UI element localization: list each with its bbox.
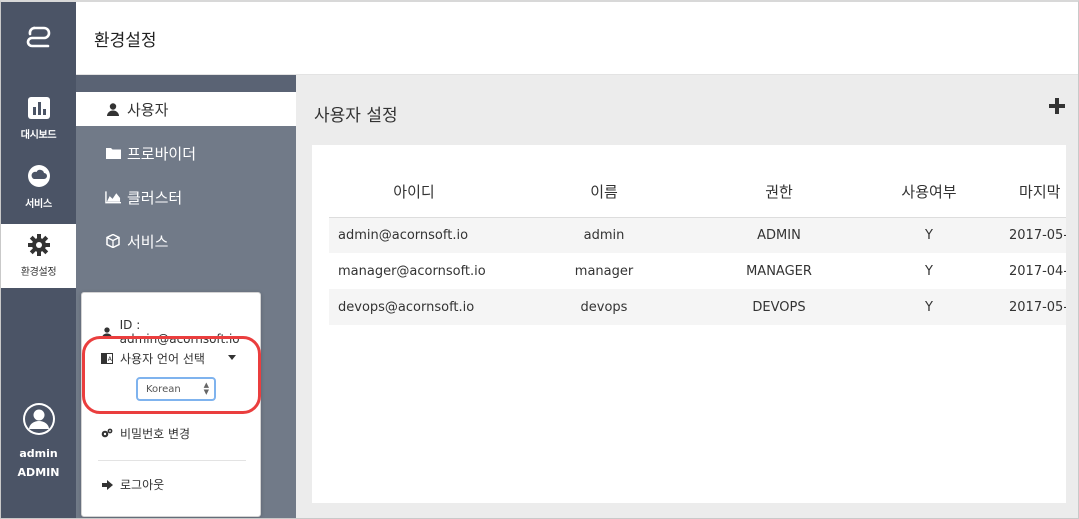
user-table-card: 아이디 이름 권한 사용여부 마지막 접 admin@acornsoft.io …	[312, 145, 1066, 503]
sub-item-provider[interactable]: 프로바이더	[76, 136, 296, 170]
cell-id: devops@acornsoft.io	[329, 289, 499, 325]
column-header-id[interactable]: 아이디	[329, 167, 499, 218]
logout-item[interactable]: 로그아웃	[100, 476, 164, 493]
sub-item-service[interactable]: 서비스	[76, 224, 296, 258]
rail-item-label: 대시보드	[20, 130, 57, 141]
user-table: 아이디 이름 권한 사용여부 마지막 접 admin@acornsoft.io …	[329, 167, 1066, 325]
gear-icon	[27, 234, 50, 259]
cell-id: admin@acornsoft.io	[329, 217, 499, 253]
cube-icon	[105, 234, 121, 248]
user-icon	[105, 102, 121, 116]
gears-icon	[100, 428, 114, 439]
cell-last-login: 2017-05-31 (	[1009, 217, 1066, 253]
highlight-annotation	[82, 336, 261, 414]
app-logo[interactable]	[1, 2, 76, 74]
cell-name: manager	[574, 263, 634, 279]
cell-enabled: Y	[925, 263, 933, 279]
avatar-icon	[22, 402, 56, 439]
section-title: 사용자 설정	[314, 106, 398, 126]
rail-item-service[interactable]: 서비스	[1, 155, 76, 219]
header: 환경설정	[76, 2, 1078, 75]
add-user-button[interactable]	[1046, 97, 1068, 119]
column-header-name[interactable]: 이름	[499, 167, 709, 218]
rail-user[interactable]: admin ADMIN	[1, 402, 76, 479]
area-chart-icon	[105, 190, 121, 204]
table-header-row: 아이디 이름 권한 사용여부 마지막 접	[329, 167, 1066, 218]
plus-icon	[1049, 98, 1065, 118]
cell-id: manager@acornsoft.io	[338, 263, 486, 279]
menu-divider	[98, 460, 246, 461]
cell-name: admin	[499, 217, 709, 253]
cell-role: ADMIN	[709, 217, 849, 253]
page-title: 환경설정	[94, 31, 157, 51]
rail-item-label: 환경설정	[20, 267, 57, 278]
column-header-enabled[interactable]: 사용여부	[849, 167, 1009, 218]
rail-item-label: 서비스	[25, 199, 52, 210]
sub-item-user[interactable]: 사용자	[76, 92, 296, 126]
change-password-item[interactable]: 비밀번호 변경	[100, 425, 190, 442]
table-row[interactable]: devops@acornsoft.io devops DEVOPS Y 2017…	[329, 289, 1066, 325]
sign-out-icon	[100, 479, 114, 490]
logout-label: 로그아웃	[120, 478, 165, 492]
cell-role: DEVOPS	[709, 289, 849, 325]
column-header-role[interactable]: 권한	[709, 167, 849, 218]
sub-sidebar-top	[76, 75, 296, 92]
left-rail: 대시보드 서비스 환경설정 admin ADMIN	[1, 2, 76, 518]
cloud-icon	[27, 164, 51, 191]
rail-item-dashboard[interactable]: 대시보드	[1, 87, 76, 151]
table-row[interactable]: admin@acornsoft.io admin ADMIN Y 2017-05…	[329, 217, 1066, 253]
change-password-label: 비밀번호 변경	[120, 427, 191, 441]
sub-item-label: 서비스	[127, 232, 169, 251]
sub-item-cluster[interactable]: 클러스터	[76, 180, 296, 214]
rail-item-settings[interactable]: 환경설정	[1, 224, 76, 288]
table-row[interactable]: manager@acornsoft.io manager MANAGER Y 2…	[329, 253, 1066, 289]
user-name: admin	[19, 447, 58, 460]
cell-enabled: Y	[849, 289, 1009, 325]
app-frame: 대시보드 서비스 환경설정 admin ADMIN 환경설정 사용자 프로바이더…	[0, 0, 1079, 519]
cell-name: devops	[499, 289, 709, 325]
sub-item-label: 사용자	[127, 100, 169, 119]
user-role: ADMIN	[17, 466, 60, 479]
cell-enabled: Y	[849, 217, 1009, 253]
cloud-logo-icon	[25, 24, 53, 52]
cell-last-login: 2017-05-07 2	[1009, 289, 1066, 325]
cell-role: MANAGER	[746, 263, 812, 279]
folder-icon	[105, 147, 121, 159]
sub-item-label: 프로바이더	[127, 144, 197, 163]
bar-chart-icon	[27, 97, 50, 122]
sub-item-label: 클러스터	[127, 188, 183, 207]
cell-last-login: 2017-04-13 (	[1009, 263, 1066, 279]
column-header-last-login[interactable]: 마지막 접	[1009, 167, 1066, 218]
main-content: 사용자 설정 아이디 이름 권한 사용여부 마지막 접	[296, 75, 1078, 518]
